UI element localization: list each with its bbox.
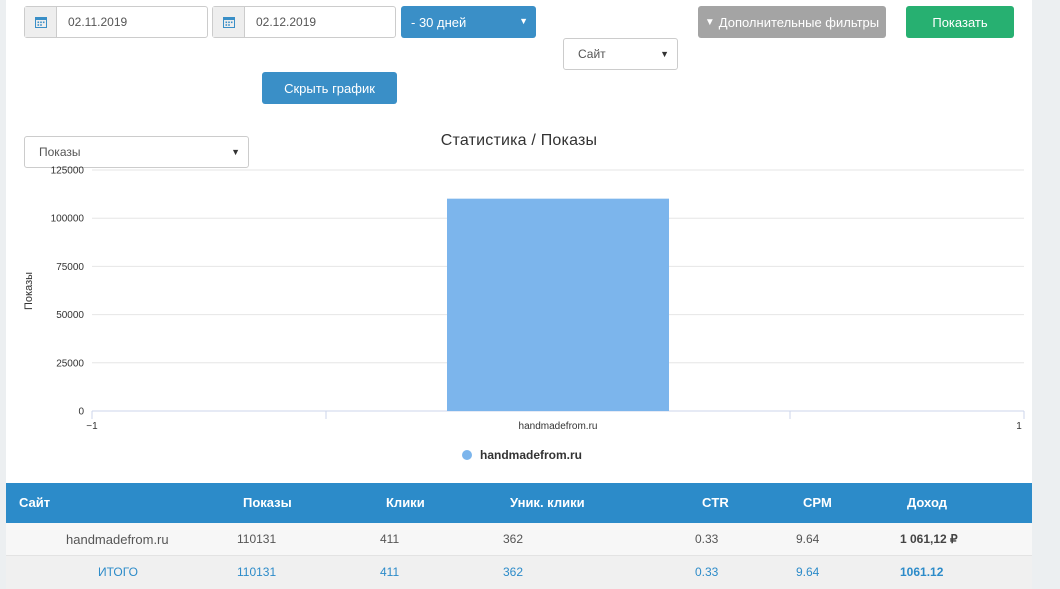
total-clicks: 411 [380, 565, 400, 579]
chart-title: Статистика / Показы [440, 132, 598, 149]
cell-ctr: 0.33 [695, 532, 719, 546]
show-button-label: Показать [932, 14, 988, 30]
col-header-income[interactable]: Доход [907, 483, 947, 523]
extra-filters-button[interactable]: ▼ Дополнительные фильтры [698, 6, 886, 38]
legend-label: handmadefrom.ru [480, 448, 583, 462]
calendar-icon[interactable] [213, 7, 245, 37]
extra-filters-label: Дополнительные фильтры [718, 14, 880, 30]
col-header-ctr[interactable]: CTR [702, 483, 729, 523]
y-tick-label: 50000 [56, 310, 84, 321]
x-tick-label: −1 [86, 421, 98, 432]
total-income: 1061.12 [900, 565, 944, 579]
y-tick-label: 100000 [51, 214, 85, 225]
site-select-value: Сайт [578, 47, 606, 61]
col-header-cpm[interactable]: CPM [803, 483, 832, 523]
col-header-unique-clicks[interactable]: Уник. клики [510, 483, 585, 523]
col-header-site[interactable]: Сайт [19, 483, 50, 523]
cell-impressions: 110131 [237, 532, 277, 546]
period-select[interactable]: - 30 дней ▼ [401, 6, 536, 38]
hide-chart-button[interactable]: Скрыть график [262, 72, 397, 104]
total-ctr: 0.33 [695, 565, 719, 579]
total-label: ИТОГО [98, 565, 138, 579]
col-header-impressions[interactable]: Показы [243, 483, 292, 523]
date-to-picker[interactable] [212, 6, 396, 38]
cell-site[interactable]: handmadefrom.ru [66, 523, 169, 556]
legend-marker [462, 450, 472, 460]
site-select[interactable]: Сайт ▼ [563, 38, 678, 70]
date-from-input[interactable] [57, 7, 197, 37]
x-tick-label: handmadefrom.ru [519, 421, 598, 432]
total-unique-clicks: 362 [503, 565, 524, 579]
date-from-picker[interactable] [24, 6, 208, 38]
hide-chart-button-label: Скрыть график [284, 80, 375, 96]
y-tick-label: 75000 [56, 262, 84, 273]
y-tick-label: 125000 [51, 166, 85, 177]
cell-clicks: 411 [380, 532, 400, 546]
cell-cpm: 9.64 [796, 532, 820, 546]
date-to-input[interactable] [245, 7, 385, 37]
caret-down-icon: ▼ [519, 16, 528, 26]
cell-unique-clicks: 362 [503, 532, 524, 546]
cell-income: 1 061,12 ₽ [900, 532, 958, 546]
total-impressions: 110131 [237, 565, 277, 579]
period-select-value: - 30 дней [411, 14, 467, 30]
calendar-icon[interactable] [25, 7, 57, 37]
table-total-row: ИТОГО 110131 411 362 0.33 9.64 1061.12 [6, 556, 1032, 589]
y-tick-label: 0 [78, 407, 84, 418]
total-cpm: 9.64 [796, 565, 820, 579]
statistics-panel: - 30 дней ▼ Сайт ▼ ▼ Дополнительные филь… [6, 0, 1032, 589]
caret-down-icon: ▼ [660, 49, 669, 59]
bar[interactable] [447, 198, 669, 411]
triangle-down-icon: ▼ [704, 16, 715, 28]
col-header-clicks[interactable]: Клики [386, 483, 425, 523]
table-header: Сайт Показы Клики Уник. клики CTR CPM До… [6, 483, 1032, 523]
table-row: handmadefrom.ru 110131 411 362 0.33 9.64… [6, 523, 1032, 556]
show-button[interactable]: Показать [906, 6, 1014, 38]
y-tick-label: 25000 [56, 358, 84, 369]
x-tick-label: 1 [1016, 421, 1022, 432]
bar-chart: 125000 100000 75000 50000 25000 0−1 handmadefr… [51, 166, 1025, 432]
chart-legend[interactable]: handmadefrom.ru [462, 448, 582, 462]
